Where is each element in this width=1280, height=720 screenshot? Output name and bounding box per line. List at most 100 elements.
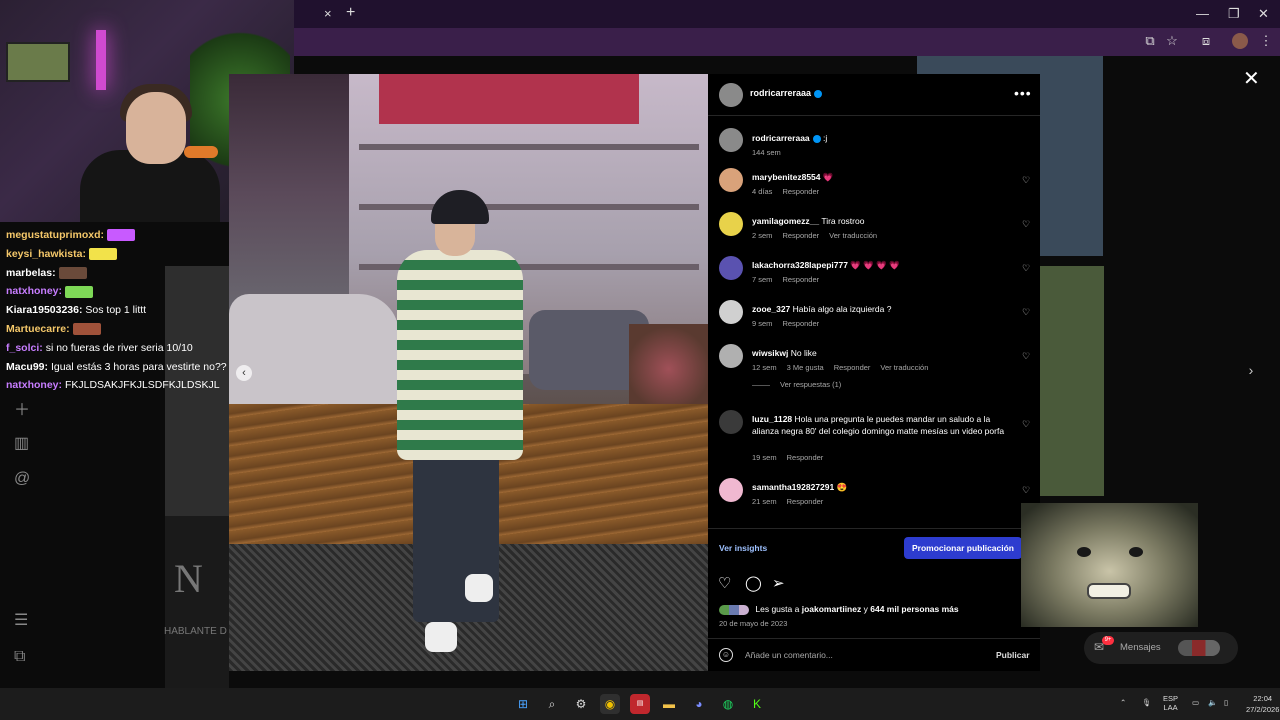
clock[interactable]: 22:04 27/2/2026 [1246,693,1279,715]
bookmark-star-icon[interactable]: ☆ [1164,33,1180,49]
comment-like-icon[interactable]: ♡ [1022,219,1030,230]
commenter-avatar[interactable] [719,478,743,502]
author-avatar[interactable] [719,83,743,107]
battery-icon[interactable]: ▯ [1224,698,1228,707]
comment-action[interactable]: Responder [834,363,871,372]
spotify-icon[interactable]: ◍ [718,694,738,714]
commenter-username[interactable]: wiwsikwj [752,348,788,358]
file-explorer-icon[interactable]: ▬ [659,694,679,714]
chat-username[interactable]: keysi_hawkista: [6,248,86,260]
view-insights-link[interactable]: Ver insights [719,543,767,553]
search-icon[interactable]: ⌕ [542,694,562,714]
chat-text: FKJLDSAKJFKJLSDFKJLDSKJL [64,379,220,392]
commenter-username[interactable]: lakachorra328lapepi777 [752,260,848,270]
settings-gear-icon[interactable]: ⚙ [571,694,591,714]
share-icon[interactable]: ➢ [772,574,785,592]
language-indicator[interactable]: ESP LAA [1163,694,1178,712]
comment-like-icon[interactable]: ♡ [1022,175,1030,186]
window-close-icon[interactable]: ✕ [1258,6,1269,22]
comment-action[interactable]: 3 Me gusta [787,363,824,372]
like-heart-icon[interactable]: ♡ [718,574,731,592]
profile-avatar[interactable] [1232,33,1248,49]
messages-label: Mensajes [1120,642,1161,653]
commenter-avatar[interactable] [719,410,743,434]
likers-avatars [719,604,749,615]
commenter-username[interactable]: zooe_327 [752,304,790,314]
comment-meta: 9 sem Responder [752,319,829,328]
comment-time: 12 sem [752,363,777,372]
commenter-avatar[interactable] [719,344,743,368]
commenter-username[interactable]: yamilagomezz__ [752,216,819,226]
caption-user[interactable]: rodricarreraaa [752,133,810,143]
maximize-icon[interactable]: ❐ [1228,6,1240,22]
chat-username[interactable]: Kiara19503236: [6,304,82,316]
more-menu-icon[interactable]: ☰ [14,610,28,630]
view-replies-link[interactable]: Ver respuestas (1) [752,380,841,389]
extensions-icon[interactable]: ⧈ [1198,33,1214,49]
comment-like-icon[interactable]: ♡ [1022,307,1030,318]
publish-button[interactable]: Publicar [996,650,1030,660]
create-icon[interactable]: ＋ [14,396,30,420]
volume-icon[interactable]: 🔈 [1208,698,1217,707]
webcam-microphone [184,146,218,158]
emoji-icon[interactable]: ☺ [719,648,733,662]
messages-button[interactable]: ✉ 9+ Mensajes [1084,632,1238,664]
commenter-username[interactable]: samantha192827291 [752,482,834,492]
new-tab-icon[interactable]: + [346,4,355,22]
commenter-username[interactable]: luzu_1128 [752,414,792,424]
commenter-avatar[interactable] [719,212,743,236]
comment-like-icon[interactable]: ♡ [1022,263,1030,274]
stats-icon[interactable]: ▥ [14,433,29,453]
comment-body: 😍 [836,482,848,492]
commenter-username[interactable]: marybenitez8554 [752,172,821,182]
comment-icon[interactable]: ◯ [745,574,762,592]
comment-like-icon[interactable]: ♡ [1022,485,1030,496]
cat-mouth [1087,583,1131,599]
commenter-avatar[interactable] [719,300,743,324]
comment-action[interactable]: Responder [787,497,824,506]
menu-dots-icon[interactable]: ⋮ [1258,33,1274,49]
post-photo[interactable] [229,74,708,671]
chat-username[interactable]: natxhoney: [6,379,62,391]
kick-icon[interactable]: K [747,694,767,714]
discord-icon[interactable]: ◕ [689,694,709,714]
minimize-icon[interactable]: — [1196,6,1209,21]
microphone-icon[interactable]: 🎙 [1142,698,1152,707]
network-icon[interactable]: ▭ [1192,698,1199,707]
next-post-icon[interactable]: › [1241,360,1261,380]
chat-username[interactable]: megustatuprimoxd: [6,229,104,241]
start-icon[interactable]: ⊞ [513,694,533,714]
tray-chevron-icon[interactable]: ⌃ [1120,698,1126,707]
comment-action[interactable]: Responder [787,453,824,462]
photo-prev-icon[interactable]: ‹ [236,365,252,381]
commenter-avatar[interactable] [719,256,743,280]
comment-action[interactable]: Responder [782,187,819,196]
comment-action[interactable]: Responder [782,231,819,240]
comment-like-icon[interactable]: ♡ [1022,419,1030,430]
cast-icon[interactable]: ⧉ [1142,33,1158,49]
chat-username[interactable]: f_solci: [6,342,43,354]
author-avatar[interactable] [719,128,743,152]
tab-close-icon[interactable]: × [324,6,332,21]
chat-username[interactable]: marbelas: [6,267,56,279]
post-author[interactable]: rodricarreraaa [750,88,823,98]
comment-action[interactable]: Responder [782,319,819,328]
comments-list: rodricarreraaa :j 144 sem marybenitez855… [708,116,1040,527]
apps-icon[interactable]: ⧉ [14,648,25,666]
threads-icon[interactable]: @ [14,470,30,488]
chat-username[interactable]: Macu99: [6,361,48,373]
comment-action[interactable]: Responder [782,275,819,284]
app-icon[interactable]: ▤ [630,694,650,714]
chat-username[interactable]: natxhoney: [6,285,62,297]
more-options-icon[interactable]: ••• [1014,85,1032,101]
commenter-avatar[interactable] [719,168,743,192]
chrome-icon[interactable]: ◉ [600,694,620,714]
comment-like-icon[interactable]: ♡ [1022,351,1030,362]
comment-action[interactable]: Ver traducción [829,231,877,240]
promote-button[interactable]: Promocionar publicación [904,537,1022,559]
close-post-icon[interactable]: ✕ [1243,66,1260,91]
likes-summary[interactable]: Les gusta a joakomartiinez y 644 mil per… [719,604,959,615]
chat-username[interactable]: Martuecarre: [6,323,70,335]
comment-input[interactable] [745,646,985,664]
comment-action[interactable]: Ver traducción [880,363,928,372]
